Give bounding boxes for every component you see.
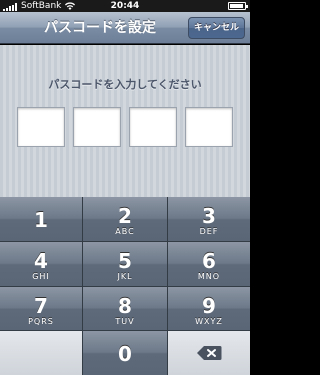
key-number: 1 <box>34 208 48 232</box>
passcode-digit-3[interactable] <box>129 107 177 147</box>
key-letters: MNO <box>197 271 221 281</box>
status-bar: SoftBank 20:44 <box>0 0 250 12</box>
key-number: 5 <box>118 248 132 273</box>
passcode-digit-4[interactable] <box>185 107 233 147</box>
key-letters: ABC <box>115 227 135 236</box>
passcode-fields <box>17 107 233 147</box>
key-0[interactable]: 0 <box>83 331 167 375</box>
key-7[interactable]: 7 PQRS <box>0 286 82 331</box>
passcode-area: パスコードを入力してください <box>0 45 250 197</box>
key-letters: PQRS <box>28 316 54 326</box>
key-number: 2 <box>118 204 132 228</box>
passcode-prompt: パスコードを入力してください <box>48 78 202 91</box>
key-1[interactable]: 1 <box>0 197 82 241</box>
key-letters: TUV <box>115 316 135 326</box>
key-number: 0 <box>118 342 132 367</box>
key-letters: DEF <box>199 227 219 236</box>
page-title: パスコードを設定 <box>44 20 156 36</box>
key-5[interactable]: 5 JKL <box>83 241 167 286</box>
numeric-keypad: 1 2 ABC 3 DEF 4 GHI 5 JKL 6 MNO 7 PQRS 8… <box>0 197 250 375</box>
navigation-bar: パスコードを設定 キャンセル <box>0 12 250 44</box>
status-time: 20:44 <box>110 1 140 11</box>
key-number: 8 <box>118 293 132 318</box>
key-letters: WXYZ <box>195 316 223 326</box>
battery-icon <box>228 2 248 10</box>
delete-key[interactable] <box>168 331 250 375</box>
key-number: 6 <box>202 248 216 273</box>
key-letters: JKL <box>117 271 133 281</box>
key-2[interactable]: 2 ABC <box>83 197 167 241</box>
key-9[interactable]: 9 WXYZ <box>168 286 250 331</box>
key-number: 3 <box>202 204 216 228</box>
key-4[interactable]: 4 GHI <box>0 241 82 286</box>
key-8[interactable]: 8 TUV <box>83 286 167 331</box>
cancel-button[interactable]: キャンセル <box>188 17 245 39</box>
key-6[interactable]: 6 MNO <box>168 241 250 286</box>
key-3[interactable]: 3 DEF <box>168 197 250 241</box>
key-blank <box>0 331 82 375</box>
backspace-icon <box>197 346 222 361</box>
passcode-digit-2[interactable] <box>73 107 121 147</box>
key-number: 7 <box>34 293 48 318</box>
key-number: 4 <box>34 248 48 273</box>
key-number: 9 <box>202 293 216 318</box>
passcode-digit-1[interactable] <box>17 107 65 147</box>
key-letters: GHI <box>32 271 50 281</box>
